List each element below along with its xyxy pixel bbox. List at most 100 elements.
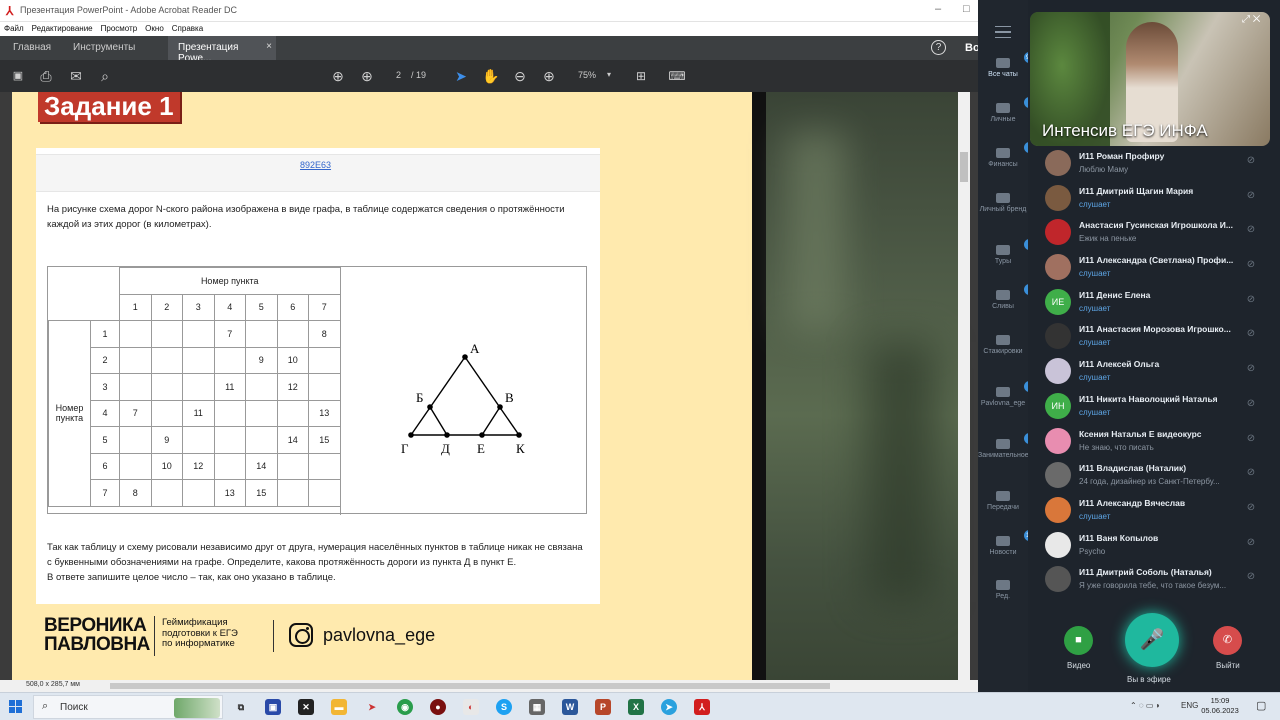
calculator-icon[interactable]: ▦ bbox=[529, 699, 545, 715]
keyboard-icon[interactable]: ⌨ bbox=[668, 66, 686, 86]
table-cell bbox=[213, 399, 246, 427]
acrobat-taskbar-icon[interactable]: ⅄ bbox=[694, 699, 710, 715]
search-zoom-icon[interactable]: ⌕ bbox=[96, 66, 114, 86]
participant-item[interactable]: Ксения Наталья Е видеокурс Не знаю, что п… bbox=[1036, 424, 1272, 459]
word-icon[interactable]: W bbox=[562, 699, 578, 715]
folder-4[interactable]: Личный бренд bbox=[978, 193, 1028, 214]
print-icon[interactable]: ⎙ bbox=[38, 66, 54, 86]
participant-item[interactable]: И11 Владислав (Наталик) 24 года, дизайнер… bbox=[1036, 458, 1272, 493]
folder-icon: 5 bbox=[996, 284, 1035, 300]
save-icon[interactable]: ▣ bbox=[10, 66, 26, 86]
windows-start-icon[interactable] bbox=[9, 700, 23, 714]
menu-view[interactable]: Просмотр bbox=[101, 22, 138, 36]
powerpoint-icon[interactable]: P bbox=[595, 699, 611, 715]
prev-page-icon[interactable]: ⊕ bbox=[330, 66, 346, 86]
file-explorer-icon[interactable]: ▬ bbox=[331, 699, 347, 715]
folder-11[interactable]: 14 Новости bbox=[978, 530, 1036, 557]
table-cell: 8 bbox=[308, 320, 341, 348]
zoom-dropdown-icon[interactable]: ▾ bbox=[607, 70, 611, 79]
folder-icon bbox=[996, 491, 1010, 501]
email-icon[interactable]: ✉ bbox=[67, 66, 85, 86]
menu-help[interactable]: Справка bbox=[172, 22, 203, 36]
page-current[interactable]: 2 bbox=[396, 70, 401, 80]
notifications-icon[interactable]: ▢ bbox=[1256, 699, 1266, 712]
chrome-icon[interactable]: ◉ bbox=[397, 699, 413, 715]
table-cell: 12 bbox=[182, 452, 215, 480]
app-icon-4[interactable]: ◐ bbox=[463, 699, 479, 715]
participant-item[interactable]: Анастасия Гусинская Игрошкола И... Ежик н… bbox=[1036, 215, 1272, 250]
help-icon[interactable]: ? bbox=[931, 40, 946, 55]
participant-status: Psycho bbox=[1079, 546, 1106, 556]
select-cursor-icon[interactable]: ➤ bbox=[454, 66, 468, 86]
video-controls-icon[interactable]: ⤢ ✕ bbox=[1242, 14, 1260, 25]
app-icon-1[interactable]: ✕ bbox=[298, 699, 314, 715]
minimize-icon[interactable]: – bbox=[935, 3, 941, 15]
taskbar-search[interactable]: ⌕ Поиск bbox=[33, 695, 223, 719]
table-cell bbox=[245, 320, 278, 348]
menu-icon[interactable] bbox=[995, 26, 1011, 38]
participant-name: И11 Александр Вячеслав bbox=[1079, 497, 1186, 508]
folder-9[interactable]: 9 Занимательное bbox=[978, 433, 1035, 460]
hand-tool-icon[interactable]: ✋ bbox=[482, 66, 500, 86]
fit-page-icon[interactable]: ⊞ bbox=[632, 66, 650, 86]
menu-window[interactable]: Окно bbox=[145, 22, 164, 36]
maximize-icon[interactable]: □ bbox=[963, 3, 970, 15]
telegram-taskbar-icon[interactable]: ➤ bbox=[661, 699, 677, 715]
excel-icon[interactable]: X bbox=[628, 699, 644, 715]
save-app-icon[interactable]: ▣ bbox=[265, 699, 281, 715]
table-cell: 13 bbox=[213, 479, 246, 507]
folder-label: Личный бренд bbox=[979, 206, 1027, 213]
folder-7[interactable]: Стажировки bbox=[978, 335, 1028, 356]
folder-1[interactable]: 99+ Все чаты bbox=[978, 52, 1040, 79]
app-icon-2[interactable]: ➤ bbox=[364, 699, 380, 715]
table-cell bbox=[308, 479, 341, 507]
app-icon-3[interactable]: ● bbox=[430, 699, 446, 715]
participant-item[interactable]: И11 Ваня Копылов Psycho ⊘ bbox=[1036, 528, 1272, 563]
clock[interactable]: 15:09 05.06.2023 bbox=[1200, 696, 1240, 716]
participant-item[interactable]: ИЕ И11 Денис Елена слушает ⊘ bbox=[1036, 285, 1272, 320]
folder-2[interactable]: 1 Личные bbox=[978, 97, 1035, 124]
horizontal-scrollbar[interactable] bbox=[110, 683, 830, 689]
label-g: Г bbox=[401, 441, 409, 456]
scroll-thumb[interactable] bbox=[960, 152, 968, 182]
video-stream[interactable]: ⤢ ✕ Интенсив ЕГЭ ИНФА bbox=[1030, 12, 1270, 146]
participant-item[interactable]: И11 Анастасия Морозова Игрошко... слушает… bbox=[1036, 319, 1272, 354]
distance-table: Номер пункта 1234567 Номер пункта 1 7 8 2 9 10… bbox=[48, 267, 341, 507]
tab-close-icon[interactable]: × bbox=[266, 41, 272, 52]
folder-10[interactable]: Передачи bbox=[978, 491, 1028, 512]
task-view-icon[interactable]: ⧉ bbox=[233, 699, 249, 715]
skype-icon[interactable]: S bbox=[496, 699, 512, 715]
question-text: Так как таблицу и схему рисовали независ… bbox=[47, 542, 583, 568]
edge-v-e bbox=[481, 406, 501, 436]
next-page-icon[interactable]: ⊕ bbox=[359, 66, 375, 86]
participant-item[interactable]: И11 Александра (Светлана) Профи... слушае… bbox=[1036, 250, 1272, 285]
language-indicator[interactable]: ENG bbox=[1181, 701, 1198, 710]
folder-12[interactable]: Ред. bbox=[978, 580, 1028, 601]
label-b: Б bbox=[416, 390, 423, 405]
vertical-scrollbar[interactable] bbox=[958, 92, 970, 680]
folder-6[interactable]: 5 Сливы bbox=[978, 284, 1035, 311]
menu-edit[interactable]: Редактирование bbox=[32, 22, 93, 36]
tab-home[interactable]: Главная bbox=[13, 42, 51, 53]
video-button[interactable]: ■ bbox=[1064, 626, 1093, 655]
participant-item[interactable]: И11 Дмитрий Щагин Мария слушает ⊘ bbox=[1036, 181, 1272, 216]
tray-icons[interactable]: ⌃ ◌ ▭ ◗ bbox=[1130, 701, 1161, 710]
folder-8[interactable]: 1 Pavlovna_ege bbox=[978, 381, 1035, 408]
tab-tools[interactable]: Инструменты bbox=[73, 42, 135, 53]
participant-item[interactable]: И11 Алексей Ольга слушает ⊘ bbox=[1036, 354, 1272, 389]
tab-document[interactable]: Презентация Powe... × bbox=[168, 36, 276, 64]
participant-item[interactable]: И11 Александр Вячеслав слушает ⊘ bbox=[1036, 493, 1272, 528]
participant-name: И11 Владислав (Наталик) bbox=[1079, 463, 1187, 474]
mic-button[interactable]: 🎤 bbox=[1125, 613, 1179, 667]
menu-file[interactable]: Файл bbox=[4, 22, 24, 36]
participant-item[interactable]: И11 Дмитрий Соболь (Наталья) Я уже говори… bbox=[1036, 562, 1272, 597]
participant-item[interactable]: И11 Роман Профиру Люблю Маму ⊘ bbox=[1036, 146, 1272, 181]
participant-item[interactable]: ИН И11 Никита Наволоцкий Наталья слушает ⊘ bbox=[1036, 389, 1272, 424]
leave-button[interactable]: ✆ bbox=[1213, 626, 1242, 655]
folder-5[interactable]: 1 Туры bbox=[978, 239, 1035, 266]
zoom-in-icon[interactable]: ⊕ bbox=[541, 66, 557, 86]
task-code-link[interactable]: 892E63 bbox=[300, 160, 331, 170]
zoom-out-icon[interactable]: ⊖ bbox=[512, 66, 528, 86]
zoom-level[interactable]: 75% bbox=[578, 70, 596, 80]
folder-3[interactable]: 3 Финансы bbox=[978, 142, 1035, 169]
